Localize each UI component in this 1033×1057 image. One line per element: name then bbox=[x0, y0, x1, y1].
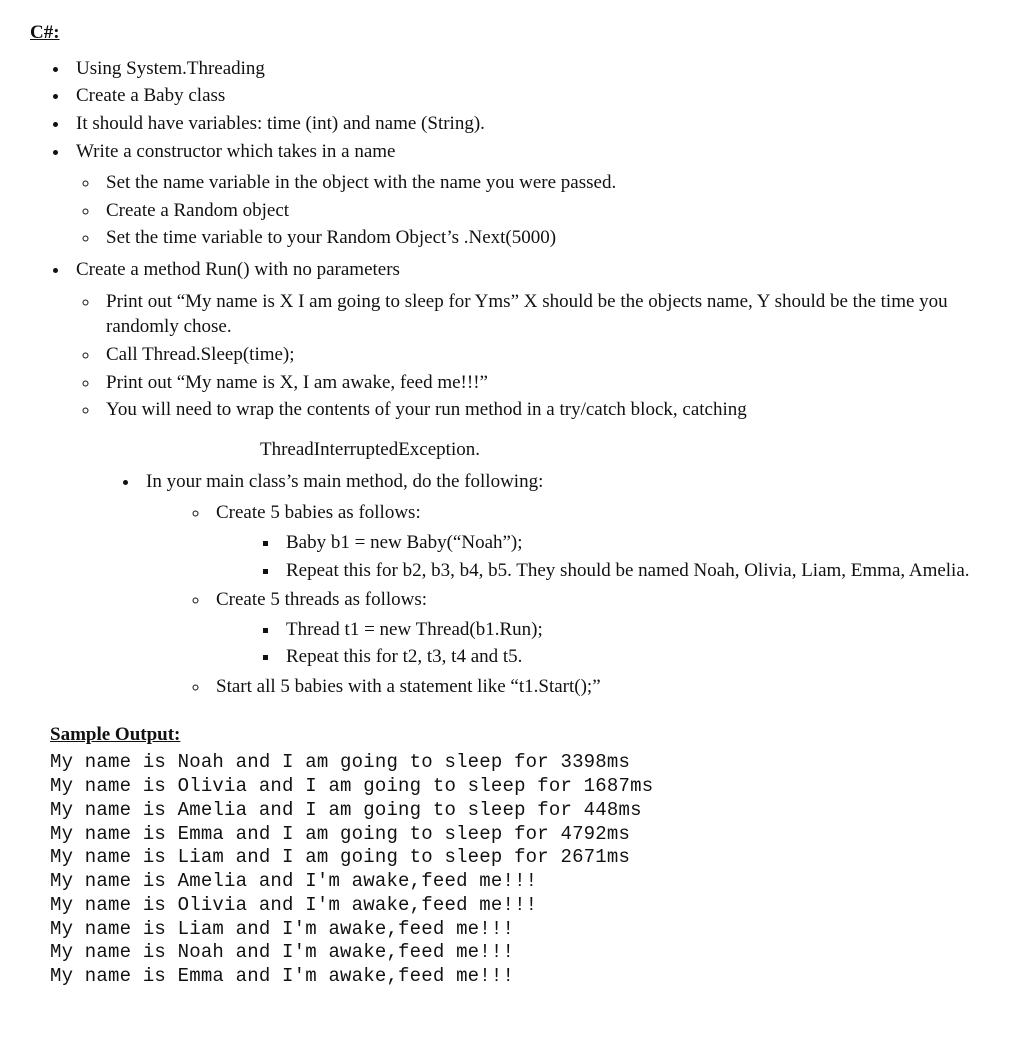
create-threads-circle: Create 5 threads as follows: bbox=[210, 587, 1003, 613]
threads-square-list: Thread t1 = new Thread(b1.Run); Repeat t… bbox=[280, 617, 1003, 670]
constructor-sub-list: Set the name variable in the object with… bbox=[100, 170, 1003, 251]
list-item: Create 5 threads as follows: bbox=[210, 587, 1003, 613]
list-item: Thread t1 = new Thread(b1.Run); bbox=[280, 617, 1003, 643]
create-babies-circle: Create 5 babies as follows: bbox=[210, 500, 1003, 526]
list-item: Set the name variable in the object with… bbox=[100, 170, 1003, 196]
list-item: Baby b1 = new Baby(“Noah”); bbox=[280, 530, 1003, 556]
start-babies-circle: Start all 5 babies with a statement like… bbox=[210, 674, 1003, 700]
list-item: It should have variables: time (int) and… bbox=[70, 111, 1003, 137]
list-item: Create a Random object bbox=[100, 198, 1003, 224]
list-item: Write a constructor which takes in a nam… bbox=[70, 139, 1003, 165]
list-item: Repeat this for b2, b3, b4, b5. They sho… bbox=[280, 558, 1003, 584]
list-item: Print out “My name is X I am going to sl… bbox=[100, 289, 1003, 340]
run-bullet-list: Create a method Run() with no parameters bbox=[70, 257, 1003, 283]
list-item: Create a Baby class bbox=[70, 83, 1003, 109]
top-bullet-list: Using System.Threading Create a Baby cla… bbox=[70, 56, 1003, 165]
list-item: Repeat this for t2, t3, t4 and t5. bbox=[280, 644, 1003, 670]
list-item: Print out “My name is X, I am awake, fee… bbox=[100, 370, 1003, 396]
list-item: You will need to wrap the contents of yo… bbox=[100, 397, 1003, 423]
main-method-bullet: In your main class’s main method, do the… bbox=[140, 469, 1003, 495]
list-item: Create 5 babies as follows: bbox=[210, 500, 1003, 526]
list-item: Call Thread.Sleep(time); bbox=[100, 342, 1003, 368]
section-heading-csharp: C#: bbox=[30, 20, 1003, 46]
list-item: In your main class’s main method, do the… bbox=[140, 469, 1003, 495]
sample-output-block: My name is Noah and I am going to sleep … bbox=[50, 751, 1003, 989]
list-item: Using System.Threading bbox=[70, 56, 1003, 82]
babies-square-list: Baby b1 = new Baby(“Noah”); Repeat this … bbox=[280, 530, 1003, 583]
run-sub-list: Print out “My name is X I am going to sl… bbox=[100, 289, 1003, 423]
sample-output-heading: Sample Output: bbox=[50, 722, 1003, 748]
list-item: Create a method Run() with no parameters bbox=[70, 257, 1003, 283]
exception-text: ThreadInterruptedException. bbox=[260, 437, 1003, 463]
list-item: Start all 5 babies with a statement like… bbox=[210, 674, 1003, 700]
list-item: Set the time variable to your Random Obj… bbox=[100, 225, 1003, 251]
